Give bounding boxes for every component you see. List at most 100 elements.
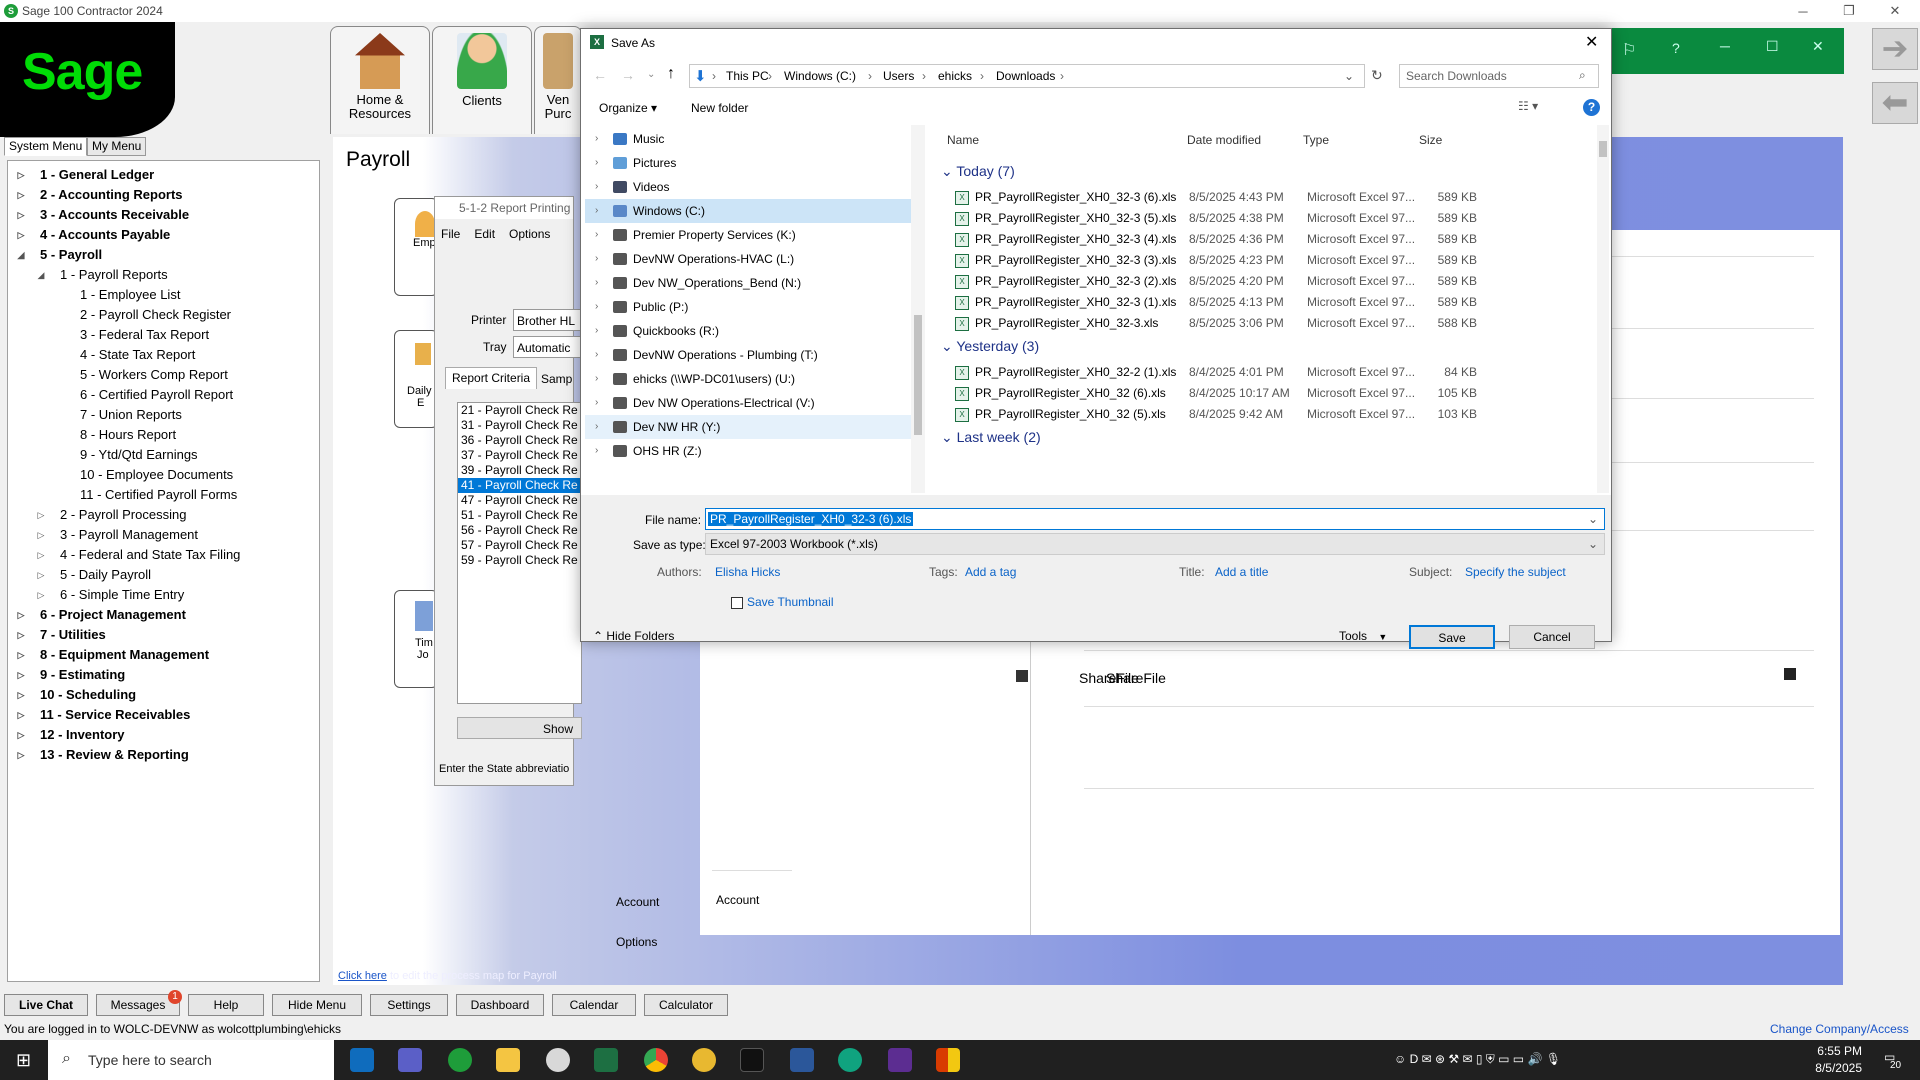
tree-item[interactable]: ▷ 2 - Payroll Processing xyxy=(8,505,319,525)
expand-icon[interactable]: › xyxy=(595,367,598,391)
file-row[interactable]: X PR_PayrollRegister_XH0_32-3 (5).xls 8/5/… xyxy=(951,208,1581,229)
tray-icons[interactable]: ☺ D ✉ ⊛ ⚒ ✉ ▯ ⛨ ▭ ▭ 🔊 🎙 xyxy=(1394,1052,1561,1067)
report-list-item[interactable]: 51 - Payroll Check Re xyxy=(458,508,581,523)
close-button[interactable]: ✕ xyxy=(1872,0,1918,22)
expand-icon[interactable]: › xyxy=(595,247,598,271)
tree-item[interactable]: ◢ 5 - Payroll xyxy=(8,245,319,265)
nav-item[interactable]: › OHS HR (Z:) xyxy=(585,439,915,463)
tab-sample[interactable]: Samp xyxy=(535,369,578,389)
report-list-item[interactable]: 36 - Payroll Check Re xyxy=(458,433,581,448)
nav-item[interactable]: › ehicks (\\WP-DC01\users) (U:) xyxy=(585,367,915,391)
sharefile-link-text[interactable]: ShareFile xyxy=(1079,670,1139,686)
tree-item[interactable]: 7 - Union Reports xyxy=(8,405,319,425)
expand-icon[interactable]: › xyxy=(595,199,598,223)
file-scrollbar[interactable] xyxy=(1597,125,1609,493)
search-downloads-input[interactable]: Search Downloads xyxy=(1399,64,1599,88)
nav-item[interactable]: › Pictures xyxy=(585,151,915,175)
account-link[interactable]: Account xyxy=(716,893,759,907)
home-resources-button[interactable]: Home & Resources xyxy=(330,26,430,134)
report-list-item[interactable]: 31 - Payroll Check Re xyxy=(458,418,581,433)
report-list-item[interactable]: 57 - Payroll Check Re xyxy=(458,538,581,553)
nav-item[interactable]: › Public (P:) xyxy=(585,295,915,319)
tree-item[interactable]: 10 - Employee Documents xyxy=(8,465,319,485)
tree-item[interactable]: ▷ 9 - Estimating xyxy=(8,665,319,685)
nav-item[interactable]: › DevNW Operations-HVAC (L:) xyxy=(585,247,915,271)
show-button[interactable]: Show xyxy=(457,717,582,739)
nav-item[interactable]: › Dev NW_Operations_Bend (N:) xyxy=(585,271,915,295)
col-date-modified[interactable]: Date modified xyxy=(1187,133,1261,147)
file-row[interactable]: X PR_PayrollRegister_XH0_32-3 (6).xls 8/5/… xyxy=(951,187,1581,208)
tree-item[interactable]: ▷ 5 - Daily Payroll xyxy=(8,565,319,585)
tree-item[interactable]: ▷ 4 - Accounts Payable xyxy=(8,225,319,245)
back-icon[interactable]: ← xyxy=(593,67,607,83)
report-list-item[interactable]: 59 - Payroll Check Re xyxy=(458,553,581,568)
title-field[interactable]: Add a title xyxy=(1215,565,1268,579)
calculator-button[interactable]: Calculator xyxy=(644,994,728,1016)
expand-icon[interactable]: ▷ xyxy=(16,165,26,185)
tab-my-menu[interactable]: My Menu xyxy=(87,137,147,156)
tools-menu[interactable]: Tools ▼ xyxy=(1339,629,1387,643)
tree-item[interactable]: ▷ 6 - Simple Time Entry xyxy=(8,585,319,605)
dashboard-button[interactable]: Dashboard xyxy=(456,994,544,1016)
tree-item[interactable]: 8 - Hours Report xyxy=(8,425,319,445)
teams-icon[interactable] xyxy=(398,1048,422,1072)
expand-icon[interactable]: › xyxy=(595,271,598,295)
expand-icon[interactable]: ▷ xyxy=(16,625,26,645)
up-icon[interactable]: ↑ xyxy=(667,65,675,83)
dash-minimize-icon[interactable]: ─ xyxy=(1720,38,1730,54)
tree-item[interactable]: ▷ 13 - Review & Reporting xyxy=(8,745,319,765)
excel-taskbar-icon[interactable] xyxy=(594,1048,618,1072)
settings-button[interactable]: Settings xyxy=(370,994,448,1016)
nav-item[interactable]: › Dev NW Operations-Electrical (V:) xyxy=(585,391,915,415)
col-name[interactable]: Name xyxy=(947,133,979,147)
tree-item[interactable]: 3 - Federal Tax Report xyxy=(8,325,319,345)
expand-icon[interactable]: ▷ xyxy=(36,545,46,565)
expand-icon[interactable]: › xyxy=(595,319,598,343)
crumb-downloads[interactable]: Downloads xyxy=(996,69,1055,83)
file-row[interactable]: X PR_PayrollRegister_XH0_32-3.xls 8/5/2025… xyxy=(951,313,1581,334)
report-list-item[interactable]: 37 - Payroll Check Re xyxy=(458,448,581,463)
cloud-app-icon[interactable] xyxy=(546,1048,570,1072)
windows-start-icon[interactable]: ⊞ xyxy=(16,1050,31,1071)
daily-payroll-tile[interactable]: Daily E xyxy=(394,330,438,428)
vendors-purchasing-button[interactable]: Ven Purc xyxy=(534,26,582,134)
nav-item[interactable]: › DevNW Operations - Plumbing (T:) xyxy=(585,343,915,367)
app-icon-purple[interactable] xyxy=(888,1048,912,1072)
nav-item[interactable]: › Quickbooks (R:) xyxy=(585,319,915,343)
tree-item[interactable]: 4 - State Tax Report xyxy=(8,345,319,365)
nav-item[interactable]: › Videos xyxy=(585,175,915,199)
report-list-item[interactable]: 47 - Payroll Check Re xyxy=(458,493,581,508)
change-company-link[interactable]: Change Company/Access xyxy=(1770,1022,1909,1036)
crumb-ehicks[interactable]: ehicks xyxy=(938,69,972,83)
tree-item[interactable]: ▷ 6 - Project Management xyxy=(8,605,319,625)
expand-icon[interactable]: › xyxy=(595,439,598,463)
save-thumbnail-checkbox[interactable] xyxy=(731,597,743,609)
tray-select[interactable]: Automatic xyxy=(513,336,583,358)
tree-item[interactable]: ▷ 7 - Utilities xyxy=(8,625,319,645)
click-here-link[interactable]: Click here xyxy=(338,970,387,982)
file-row[interactable]: X PR_PayrollRegister_XH0_32-3 (3).xls 8/5/… xyxy=(951,250,1581,271)
expand-icon[interactable]: › xyxy=(595,127,598,151)
col-size[interactable]: Size xyxy=(1419,133,1442,147)
feedback-icon[interactable]: ⚐ xyxy=(1622,40,1636,60)
file-row[interactable]: X PR_PayrollRegister_XH0_32 (6).xls 8/4/20… xyxy=(951,383,1581,404)
dialog-close-icon[interactable]: ✕ xyxy=(1585,32,1598,52)
tree-item[interactable]: ◢ 1 - Payroll Reports xyxy=(8,265,319,285)
minimize-button[interactable]: ─ xyxy=(1780,0,1826,22)
expand-icon[interactable]: ▷ xyxy=(16,225,26,245)
tree-item[interactable]: ▷ 10 - Scheduling xyxy=(8,685,319,705)
options-item[interactable]: Options xyxy=(616,935,657,949)
subject-field[interactable]: Specify the subject xyxy=(1465,565,1566,579)
expand-icon[interactable]: › xyxy=(595,295,598,319)
address-dropdown-icon[interactable]: ⌄ xyxy=(1344,69,1354,83)
recent-dropdown-icon[interactable]: ⌄ xyxy=(647,69,655,80)
report-list-item[interactable]: 56 - Payroll Check Re xyxy=(458,523,581,538)
collapse-icon[interactable]: ◢ xyxy=(36,265,46,285)
file-row[interactable]: X PR_PayrollRegister_XH0_32 (5).xls 8/4/20… xyxy=(951,404,1581,425)
hide-menu-button[interactable]: Hide Menu xyxy=(272,994,362,1016)
file-row[interactable]: X PR_PayrollRegister_XH0_32-3 (4).xls 8/5/… xyxy=(951,229,1581,250)
expand-icon[interactable]: ▷ xyxy=(16,645,26,665)
word-icon[interactable] xyxy=(790,1048,814,1072)
app-icon-yellow[interactable] xyxy=(692,1048,716,1072)
expand-icon[interactable]: › xyxy=(595,175,598,199)
